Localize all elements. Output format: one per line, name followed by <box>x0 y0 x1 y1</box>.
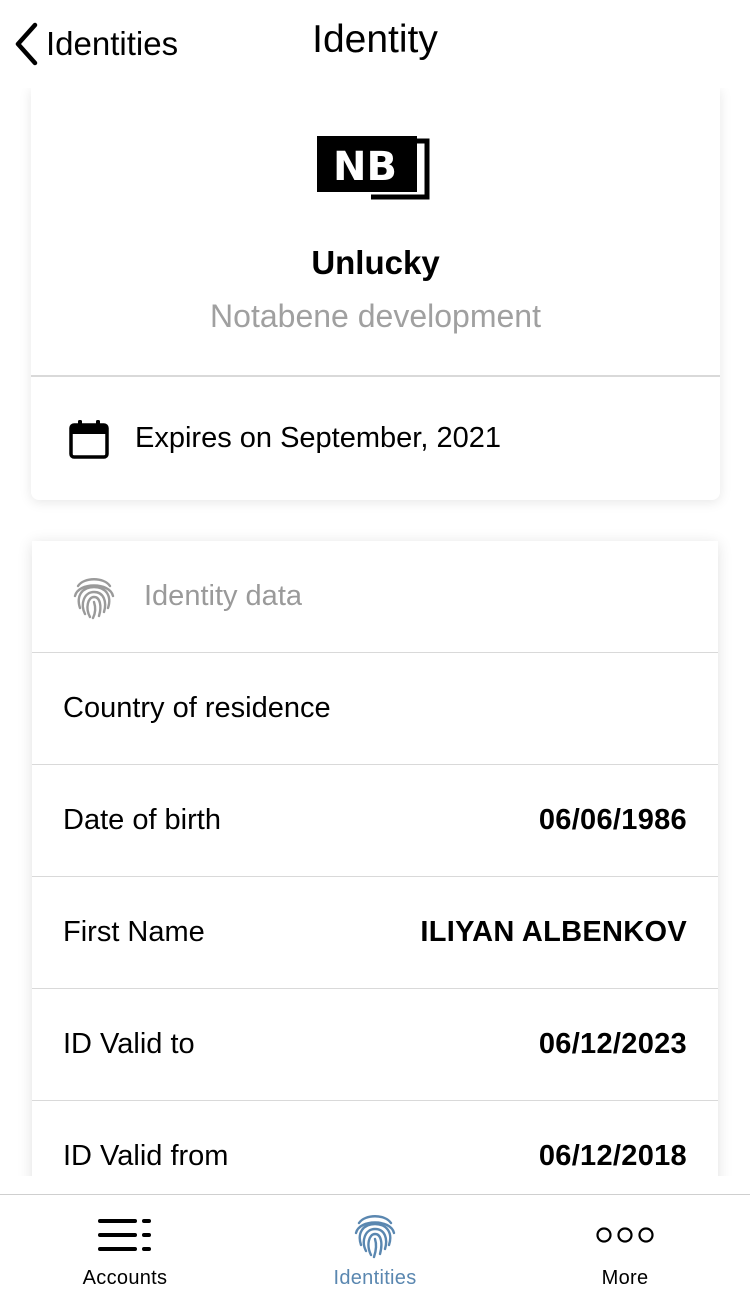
more-icon <box>596 1227 654 1243</box>
identity-screen: Identities Identity NB Unlucky Notabene … <box>0 0 750 1294</box>
row-country-of-residence: Country of residence <box>32 653 718 765</box>
row-label: ID Valid from <box>63 1140 229 1172</box>
tab-identities[interactable]: Identities <box>250 1195 500 1294</box>
row-label: ID Valid to <box>63 1028 195 1060</box>
row-value: 06/12/2023 <box>538 1028 687 1060</box>
logo-text: NB <box>333 144 397 190</box>
accounts-icon <box>98 1219 151 1251</box>
tab-label: Identities <box>333 1267 417 1289</box>
fingerprint-icon <box>354 1215 396 1259</box>
tab-more[interactable]: More <box>500 1195 750 1294</box>
row-value: 06/06/1986 <box>538 804 687 836</box>
tab-label: More <box>601 1267 649 1289</box>
identity-data-title: Identity data <box>144 580 302 612</box>
calendar-icon <box>69 419 109 459</box>
row-date-of-birth: Date of birth 06/06/1986 <box>32 765 718 877</box>
tab-bar: Accounts Identities More <box>0 1194 750 1294</box>
tab-label: Accounts <box>82 1267 168 1289</box>
tab-accounts[interactable]: Accounts <box>0 1195 250 1294</box>
identity-data-header: Identity data <box>32 541 718 653</box>
org-logo: NB <box>317 136 430 200</box>
profile-card: NB Unlucky Notabene development Expires … <box>31 88 720 500</box>
row-first-name: First Name ILIYAN ALBENKOV <box>32 877 718 989</box>
row-label: Date of birth <box>63 804 221 836</box>
row-label: First Name <box>63 916 205 948</box>
organization-name: Notabene development <box>210 298 541 334</box>
identity-data-card: Identity data Country of residence Date … <box>32 541 718 1176</box>
expiry-row: Expires on September, 2021 <box>31 377 720 500</box>
row-label: Country of residence <box>63 692 331 724</box>
row-value: 06/12/2018 <box>538 1140 687 1172</box>
row-id-valid-to: ID Valid to 06/12/2023 <box>32 989 718 1101</box>
page-title: Identity <box>312 18 438 61</box>
row-value: ILIYAN ALBENKOV <box>420 916 687 948</box>
row-id-valid-from: ID Valid from 06/12/2018 <box>32 1101 718 1176</box>
identity-name: Unlucky <box>311 244 440 281</box>
nav-header: Identities Identity <box>0 0 750 88</box>
scroll-content[interactable]: NB Unlucky Notabene development Expires … <box>0 88 750 1176</box>
expiry-text: Expires on September, 2021 <box>135 422 501 454</box>
fingerprint-icon <box>73 577 115 619</box>
